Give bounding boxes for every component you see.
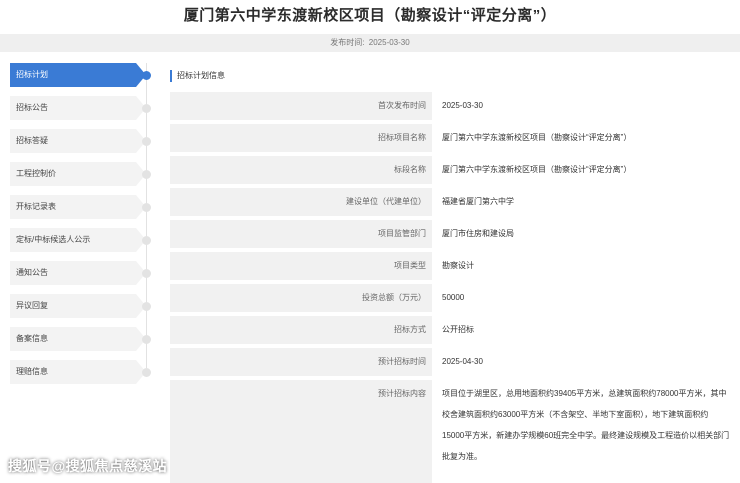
step-dot <box>142 302 151 311</box>
step-dot <box>142 269 151 278</box>
step-dot <box>142 203 151 212</box>
row-value: 厦门第六中学东渡新校区项目（勘察设计“评定分离”） <box>442 133 632 142</box>
sidebar: 招标计划 招标公告 招标答疑 工程控制价 开标记录表 定标/中标候选人公示 通知… <box>10 63 150 384</box>
sidebar-item-announcements[interactable]: 通知公告 <box>10 261 146 285</box>
sidebar-item-bidding-notice[interactable]: 招标公告 <box>10 96 146 120</box>
row-label: 预计招标时间 <box>170 348 432 376</box>
sidebar-item-bidding-qa[interactable]: 招标答疑 <box>10 129 146 153</box>
step-dot <box>142 335 151 344</box>
step-dot <box>142 104 151 113</box>
row-value: 2025-04-30 <box>442 357 483 366</box>
table-row: 投资总额（万元） 50000 <box>170 284 730 312</box>
row-label: 标段名称 <box>170 156 432 184</box>
sidebar-item-control-price[interactable]: 工程控制价 <box>10 162 146 186</box>
table-row: 预计招标时间 2025-04-30 <box>170 348 730 376</box>
row-label: 招标项目名称 <box>170 124 432 152</box>
publish-date: 2025-03-30 <box>368 38 410 47</box>
row-value: 厦门市住房和建设局 <box>442 229 514 238</box>
row-value: 勘察设计 <box>442 261 474 270</box>
table-row: 建设单位（代建单位） 福建省厦门第六中学 <box>170 188 730 216</box>
step-dot <box>142 137 151 146</box>
table-row: 标段名称 厦门第六中学东渡新校区项目（勘察设计“评定分离”） <box>170 156 730 184</box>
step-dot <box>142 170 151 179</box>
row-label: 投资总额（万元） <box>170 284 432 312</box>
publish-label: 发布时间: <box>330 38 365 47</box>
table-row: 预计招标内容 项目位于湖里区，总用地面积约39405平方米，总建筑面积约7800… <box>170 380 730 483</box>
row-value: 2025-03-30 <box>442 101 483 110</box>
row-label: 项目类型 <box>170 252 432 280</box>
row-label: 项目监管部门 <box>170 220 432 248</box>
step-dot <box>142 368 151 377</box>
row-value: 公开招标 <box>442 325 474 334</box>
table-row: 首次发布时间 2025-03-30 <box>170 92 730 120</box>
table-row: 招标项目名称 厦门第六中学东渡新校区项目（勘察设计“评定分离”） <box>170 124 730 152</box>
sidebar-item-filing-info[interactable]: 备案信息 <box>10 327 146 351</box>
row-label: 建设单位（代建单位） <box>170 188 432 216</box>
sidebar-item-claims-info[interactable]: 理赔信息 <box>10 360 146 384</box>
sidebar-item-opening-record[interactable]: 开标记录表 <box>10 195 146 219</box>
step-dot <box>142 236 151 245</box>
section-title: 招标计划信息 <box>170 70 225 82</box>
row-value: 50000 <box>442 293 465 302</box>
row-value: 厦门第六中学东渡新校区项目（勘察设计“评定分离”） <box>442 165 632 174</box>
row-value: 项目位于湖里区，总用地面积约39405平方米，总建筑面积约78000平方米，其中… <box>442 389 730 461</box>
table-row: 项目类型 勘察设计 <box>170 252 730 280</box>
watermark: 搜狐号@搜狐焦点慈溪站 <box>8 458 168 474</box>
sidebar-item-objection-reply[interactable]: 异议回复 <box>10 294 146 318</box>
publish-info-bar: 发布时间: 2025-03-30 <box>0 34 740 52</box>
row-label: 首次发布时间 <box>170 92 432 120</box>
row-label: 招标方式 <box>170 316 432 344</box>
step-dot <box>142 71 151 80</box>
row-value: 福建省厦门第六中学 <box>442 197 514 206</box>
table-row: 招标方式 公开招标 <box>170 316 730 344</box>
sidebar-item-bidding-plan[interactable]: 招标计划 <box>10 63 146 87</box>
page-title: 厦门第六中学东渡新校区项目（勘察设计“评定分离”） <box>183 7 557 24</box>
table-row: 项目监管部门 厦门市住房和建设局 <box>170 220 730 248</box>
sidebar-item-winning-candidates[interactable]: 定标/中标候选人公示 <box>10 228 146 252</box>
row-label: 预计招标内容 <box>170 380 432 483</box>
